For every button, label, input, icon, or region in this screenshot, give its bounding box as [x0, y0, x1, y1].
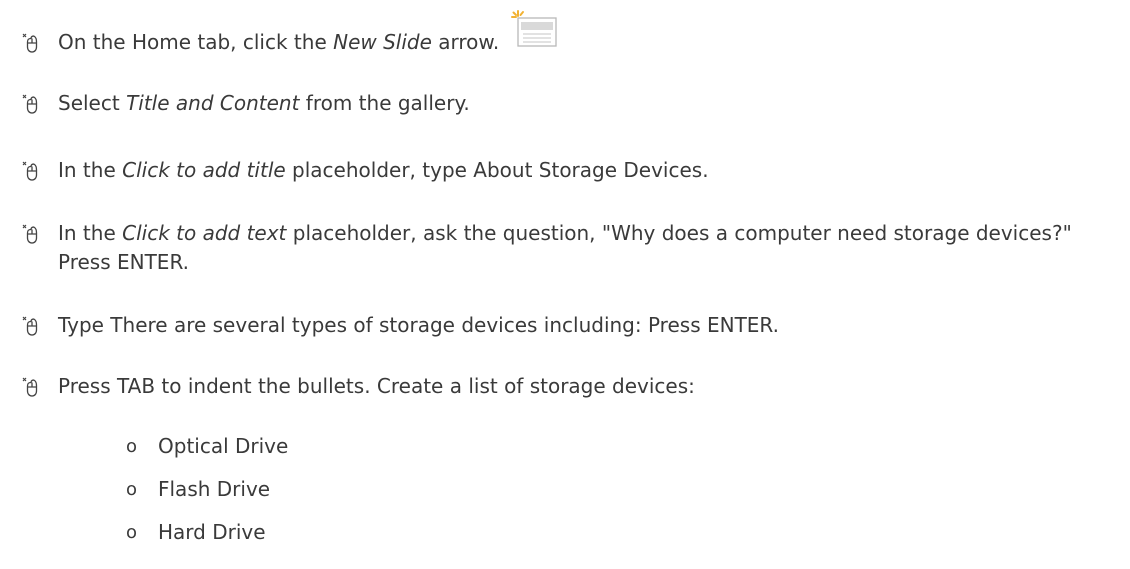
new-slide-icon — [511, 9, 559, 56]
sub-item-label: Hard Drive — [158, 520, 266, 544]
mouse-click-icon — [22, 156, 58, 185]
sub-list-item: o Optical Drive — [126, 432, 288, 461]
mouse-click-icon — [22, 372, 58, 401]
step-6: Press TAB to indent the bullets. Create … — [22, 372, 1110, 401]
step-3: In the Click to add title placeholder, t… — [22, 156, 1110, 185]
mouse-click-icon — [22, 28, 58, 57]
sub-item-label: Flash Drive — [158, 477, 271, 501]
bullet: o — [126, 436, 138, 457]
bullet: o — [126, 479, 138, 500]
step-5: Type There are several types of storage … — [22, 311, 1110, 340]
mouse-click-icon — [22, 219, 58, 248]
sub-item-label: Optical Drive — [158, 434, 289, 458]
mouse-click-icon — [22, 311, 58, 340]
step-4-text: In the Click to add text placeholder, as… — [58, 221, 1072, 274]
step-5-text: Type There are several types of storage … — [58, 313, 779, 337]
step-4: In the Click to add text placeholder, as… — [22, 219, 1110, 277]
step-2-text: Select Title and Content from the galler… — [58, 91, 470, 115]
step-1: On the Home tab, click the New Slide arr… — [22, 9, 1110, 57]
step-3-text: In the Click to add title placeholder, t… — [58, 158, 709, 182]
bullet: o — [126, 522, 138, 543]
step-2: Select Title and Content from the galler… — [22, 89, 1110, 118]
sub-list-item: o Hard Drive — [126, 518, 266, 547]
sub-list-item: o Flash Drive — [126, 475, 270, 504]
step-6-text: Press TAB to indent the bullets. Create … — [58, 374, 695, 398]
mouse-click-icon — [22, 89, 58, 118]
step-1-text: On the Home tab, click the New Slide arr… — [58, 9, 1110, 57]
